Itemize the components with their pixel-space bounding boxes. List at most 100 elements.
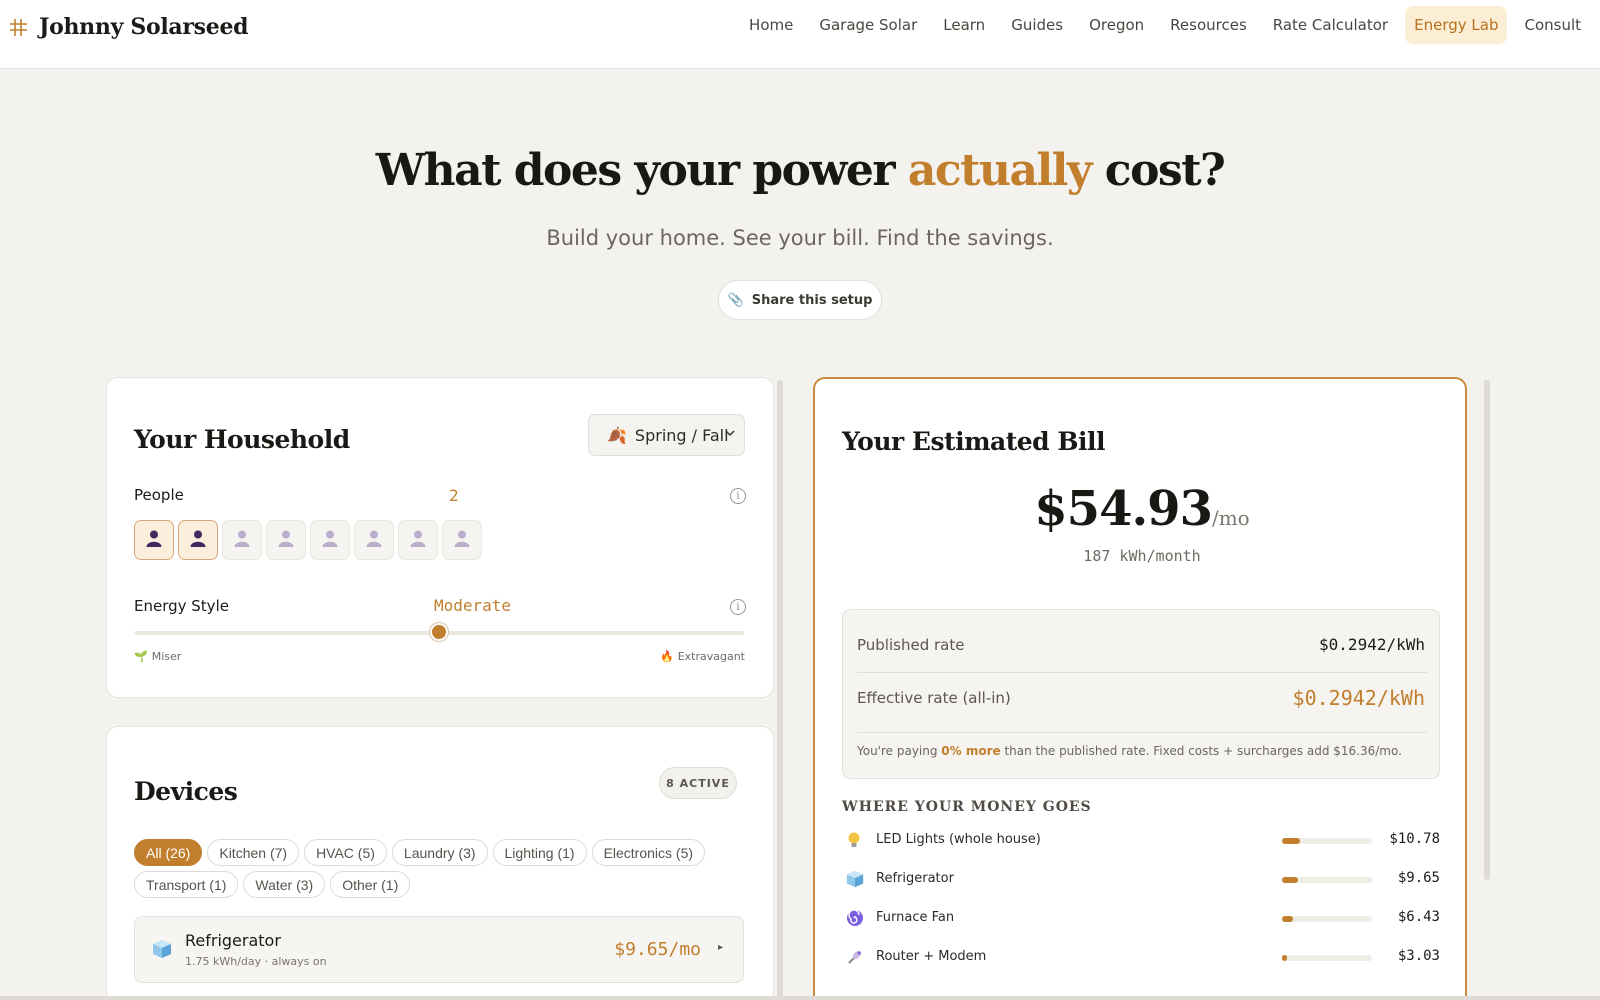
filter-chip-water[interactable]: Water (3) (243, 871, 326, 898)
divider (857, 732, 1427, 733)
device-name: Refrigerator (185, 931, 281, 950)
money-item-name: Furnace Fan (876, 910, 955, 925)
person-icon (321, 529, 339, 552)
published-rate-label: Published rate (857, 636, 965, 654)
nav-link-energy-lab[interactable]: Energy Lab (1405, 6, 1508, 44)
energy-style-label: Energy Style (134, 597, 229, 615)
money-row: Router + Modem $3.03 (842, 944, 1440, 974)
person-icon (453, 529, 471, 552)
household-card: Your Household 🍂 Spring / Fall People 2 … (106, 377, 774, 698)
page-title: What does your power actually cost? (0, 145, 1600, 196)
right-column-scrollbar[interactable] (1484, 380, 1490, 880)
person-icon (365, 529, 383, 552)
device-cost: $9.65/mo (614, 939, 701, 960)
nav-link-rate-calculator[interactable]: Rate Calculator (1264, 6, 1397, 44)
filter-chip-kitchen[interactable]: Kitchen (7) (207, 839, 300, 866)
filter-chip-hvac[interactable]: HVAC (5) (304, 839, 387, 866)
person-toggle-2[interactable] (178, 520, 218, 560)
page-subtitle: Build your home. See your bill. Find the… (546, 226, 1054, 250)
money-share-fill (1282, 955, 1287, 961)
person-toggle-8[interactable] (442, 520, 482, 560)
title-accent: actually (907, 145, 1093, 196)
person-toggle-1[interactable] (134, 520, 174, 560)
share-label: Share this setup (751, 292, 873, 308)
person-toggle-7[interactable] (398, 520, 438, 560)
bill-amount: $54.93/mo (815, 481, 1469, 537)
max-label: Extravagant (677, 650, 745, 663)
filter-chip-other[interactable]: Other (1) (330, 871, 411, 898)
person-toggle-5[interactable] (310, 520, 350, 560)
nav-link-guides[interactable]: Guides (1002, 6, 1072, 44)
paperclip-icon: 📎 (727, 292, 744, 308)
ice-cube-icon (152, 939, 172, 964)
grid-logo-icon (10, 18, 27, 36)
bill-kwh: 187 kWh/month (1083, 547, 1201, 565)
category-filter-chips: All (26) Kitchen (7) HVAC (5) Laundry (3) Li… (134, 839, 744, 898)
person-toggle-4[interactable] (266, 520, 306, 560)
money-share-fill (1282, 877, 1298, 883)
filter-chip-lighting[interactable]: Lighting (1) (492, 839, 587, 866)
money-share-bar (1282, 916, 1372, 922)
nav-link-garage-solar[interactable]: Garage Solar (810, 6, 926, 44)
person-icon (409, 529, 427, 552)
chevron-right-icon[interactable]: ▸ (718, 942, 723, 953)
money-breakdown-heading: WHERE YOUR MONEY GOES (842, 799, 1092, 815)
brand-name: Johnny Solarseed (39, 14, 249, 40)
slider-min-caption: 🌱 Miser (134, 650, 181, 663)
left-column-scrollbar[interactable] (777, 380, 783, 1000)
money-share-fill (1282, 838, 1300, 844)
nav-link-resources[interactable]: Resources (1161, 6, 1256, 44)
person-icon (145, 529, 163, 552)
min-label: Miser (151, 650, 182, 663)
filter-chip-all[interactable]: All (26) (134, 839, 203, 866)
money-item-name: Refrigerator (876, 871, 954, 886)
spiral-icon (846, 909, 864, 927)
page-horizontal-scrollbar[interactable] (0, 996, 1600, 1000)
person-icon (233, 529, 251, 552)
household-title: Your Household (134, 425, 350, 454)
note-part: You're paying (857, 744, 942, 758)
person-icon (189, 529, 207, 552)
filter-chip-laundry[interactable]: Laundry (3) (391, 839, 488, 866)
money-item-name: Router + Modem (876, 949, 987, 964)
note-percent: 0% more (941, 744, 1001, 758)
devices-card: Devices 8 ACTIVE All (26) Kitchen (7) HVAC… (106, 726, 774, 1000)
top-navigation: Johnny Solarseed Home Garage Solar Learn Gu… (0, 0, 1600, 69)
money-item-cost: $10.78 (1389, 831, 1440, 847)
nav-link-oregon[interactable]: Oregon (1080, 6, 1153, 44)
lightbulb-icon (846, 831, 864, 849)
devices-title: Devices (134, 777, 238, 806)
money-row: Furnace Fan $6.43 (842, 905, 1440, 935)
person-icon (277, 529, 295, 552)
satellite-icon (846, 948, 864, 966)
leaf-icon: 🍂 (607, 425, 627, 445)
info-icon[interactable]: i (730, 488, 746, 504)
seedling-icon: 🌱 (134, 650, 148, 663)
ice-cube-icon (846, 870, 864, 888)
nav-link-consult[interactable]: Consult (1515, 6, 1590, 44)
nav-link-home[interactable]: Home (740, 6, 802, 44)
device-row-refrigerator[interactable]: Refrigerator 1.75 kWh/day · always on $9… (134, 916, 744, 983)
rate-note: You're paying 0% more than the published… (857, 744, 1402, 758)
money-share-fill (1282, 916, 1293, 922)
published-rate-value: $0.2942/kWh (1319, 635, 1425, 654)
filter-chip-electronics[interactable]: Electronics (5) (591, 839, 706, 866)
info-icon[interactable]: i (730, 599, 746, 615)
divider (857, 672, 1427, 673)
season-select[interactable]: 🍂 Spring / Fall (588, 414, 745, 456)
note-part: than the published rate. Fixed costs + s… (1000, 744, 1402, 758)
person-toggle-6[interactable] (354, 520, 394, 560)
energy-style-slider[interactable] (134, 623, 744, 641)
filter-chip-transport[interactable]: Transport (1) (134, 871, 239, 898)
money-share-bar (1282, 955, 1372, 961)
money-row: Refrigerator $9.65 (842, 866, 1440, 896)
brand[interactable]: Johnny Solarseed (10, 14, 249, 40)
nav-link-learn[interactable]: Learn (934, 6, 994, 44)
slider-thumb[interactable] (430, 623, 448, 641)
energy-style-value: Moderate (434, 596, 512, 615)
person-toggle-3[interactable] (222, 520, 262, 560)
money-item-cost: $3.03 (1397, 948, 1440, 964)
flame-icon: 🔥 (660, 650, 674, 663)
rate-summary: Published rate $0.2942/kWh Effective rat… (842, 609, 1440, 779)
share-setup-button[interactable]: 📎 Share this setup (718, 280, 882, 320)
